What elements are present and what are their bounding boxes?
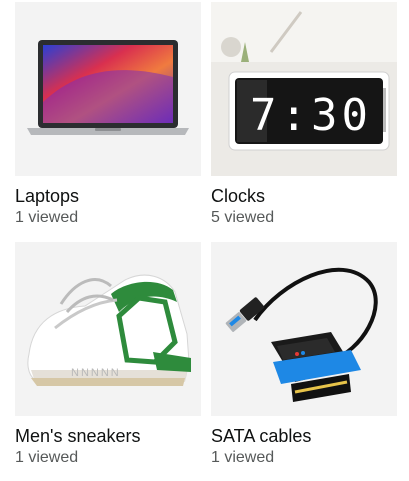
clock-time-text: 7:30 (250, 90, 372, 141)
category-card-clocks[interactable]: 7:30 Clocks 5 viewed (211, 2, 397, 228)
sneaker-sole-text: NNNNN (71, 367, 121, 379)
category-card-mens-sneakers[interactable]: NNNNN Men's sneakers 1 viewed (15, 242, 201, 468)
card-title: SATA cables (211, 426, 312, 446)
viewed-count: 5 viewed (211, 209, 275, 226)
category-card-laptops[interactable]: Laptops 1 viewed (15, 2, 201, 228)
sata-cable-icon (225, 267, 378, 402)
card-title: Clocks (211, 186, 266, 206)
viewed-count: 1 viewed (15, 209, 79, 226)
clock-icon: 7:30 (211, 2, 397, 176)
sneaker-image[interactable]: NNNNN (15, 242, 201, 416)
card-title: Laptops (15, 186, 80, 206)
sata-cable-image[interactable] (211, 242, 397, 416)
viewed-count: 1 viewed (15, 449, 79, 466)
clock-image[interactable]: 7:30 (211, 2, 397, 176)
card-title: Men's sneakers (15, 426, 141, 446)
viewed-count: 1 viewed (211, 449, 275, 466)
category-card-sata-cables[interactable]: SATA cables 1 viewed (211, 242, 397, 468)
sneaker-icon: NNNNN (27, 274, 191, 386)
laptop-image[interactable] (15, 2, 201, 176)
browsing-history-grid: Laptops 1 viewed 7:30 Clocks 5 viewed NN… (0, 0, 409, 481)
laptop-icon (27, 40, 189, 135)
